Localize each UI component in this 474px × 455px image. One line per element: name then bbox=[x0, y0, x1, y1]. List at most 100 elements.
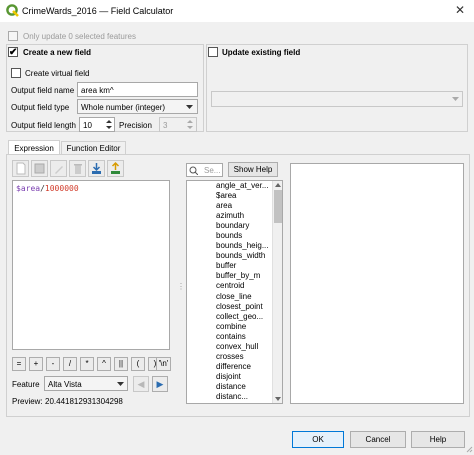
export-button[interactable] bbox=[107, 160, 124, 177]
chevron-down-icon bbox=[186, 105, 193, 109]
precision-spinbox[interactable]: 3 bbox=[159, 117, 197, 132]
update-existing-field-checkbox[interactable] bbox=[208, 47, 218, 57]
scrollbar-thumb[interactable] bbox=[274, 190, 282, 223]
splitter-handle[interactable]: ⋮ bbox=[177, 282, 185, 291]
new-file-icon bbox=[16, 162, 26, 175]
function-list-scrollbar[interactable] bbox=[272, 181, 282, 403]
create-virtual-field-checkbox[interactable] bbox=[11, 68, 21, 78]
output-field-type-select[interactable]: Whole number (integer) bbox=[77, 99, 198, 114]
help-panel bbox=[290, 163, 464, 404]
help-button[interactable]: Help bbox=[411, 431, 465, 448]
expression-editor[interactable]: $area/1000000 bbox=[12, 180, 170, 350]
delete-button[interactable] bbox=[69, 160, 86, 177]
window-title: CrimeWards_2016 — Field Calculator bbox=[22, 6, 174, 16]
function-list-item[interactable]: disjoint bbox=[214, 372, 272, 382]
close-icon[interactable]: ✕ bbox=[455, 3, 465, 17]
function-list-item[interactable]: convex_hull bbox=[214, 342, 272, 352]
spin-arrows-icon bbox=[187, 120, 193, 129]
output-field-type-label: Output field type bbox=[11, 103, 70, 112]
function-list-item[interactable]: centroid bbox=[214, 281, 272, 291]
show-help-button[interactable]: Show Help bbox=[228, 162, 278, 177]
function-list-item[interactable]: buffer bbox=[214, 261, 272, 271]
function-list-item[interactable]: difference bbox=[214, 362, 272, 372]
update-field-group bbox=[206, 44, 468, 132]
only-update-selected-label: Only update 0 selected features bbox=[23, 32, 136, 41]
function-list-items: angle_at_ver... $area area azimuth boundary b… bbox=[214, 181, 272, 402]
spin-arrows-icon bbox=[106, 120, 112, 129]
function-list-item[interactable]: close_line bbox=[214, 292, 272, 302]
function-list-item[interactable]: bounds_width bbox=[214, 251, 272, 261]
trash-icon bbox=[74, 164, 82, 174]
function-list-item[interactable]: azimuth bbox=[214, 211, 272, 221]
function-list-item[interactable]: crosses bbox=[214, 352, 272, 362]
arrow-right-icon: ▶ bbox=[156, 379, 164, 389]
function-list-item[interactable]: area bbox=[214, 201, 272, 211]
ok-button[interactable]: OK bbox=[292, 431, 344, 448]
only-update-selected-checkbox[interactable] bbox=[8, 31, 18, 41]
tab-function-editor[interactable]: Function Editor bbox=[61, 141, 126, 155]
function-list-item[interactable]: buffer_by_m bbox=[214, 271, 272, 281]
pencil-icon bbox=[55, 166, 63, 174]
function-list[interactable]: angle_at_ver... $area area azimuth boundary b… bbox=[186, 180, 283, 404]
output-field-length-label: Output field length bbox=[11, 121, 76, 130]
feature-label: Feature bbox=[12, 380, 40, 389]
existing-field-select[interactable] bbox=[211, 91, 463, 107]
search-icon bbox=[189, 166, 198, 175]
update-existing-field-label: Update existing field bbox=[222, 48, 301, 57]
operator-power-button[interactable]: ^ bbox=[97, 357, 111, 371]
preview-label: Preview: bbox=[12, 397, 43, 406]
create-new-field-checkbox[interactable]: ✔ bbox=[8, 47, 18, 58]
function-list-item[interactable]: distance bbox=[214, 382, 272, 392]
previous-feature-button[interactable]: ◀ bbox=[133, 376, 149, 392]
operator-open-paren-button[interactable]: ( bbox=[131, 357, 145, 371]
output-field-type-value: Whole number (integer) bbox=[81, 103, 166, 112]
expression-field-token: $area bbox=[16, 184, 41, 193]
next-feature-button[interactable]: ▶ bbox=[152, 376, 168, 392]
function-search-input[interactable]: Se... bbox=[186, 163, 223, 177]
import-icon bbox=[92, 163, 101, 174]
operator-divide-button[interactable]: / bbox=[63, 357, 77, 371]
output-field-length-spinbox[interactable]: 10 bbox=[79, 117, 115, 132]
search-placeholder: Se... bbox=[204, 166, 221, 175]
arrow-left-icon: ◀ bbox=[137, 379, 145, 389]
scroll-down-icon[interactable] bbox=[275, 397, 281, 401]
operator-equals-button[interactable]: = bbox=[12, 357, 26, 371]
function-list-item[interactable]: $area bbox=[214, 191, 272, 201]
create-virtual-field-label: Create virtual field bbox=[25, 69, 90, 78]
resize-grip[interactable] bbox=[466, 446, 473, 453]
function-list-item[interactable]: contains bbox=[214, 332, 272, 342]
operator-multiply-button[interactable]: * bbox=[80, 357, 94, 371]
new-file-button[interactable] bbox=[12, 160, 29, 177]
function-list-item[interactable]: closest_point bbox=[214, 302, 272, 312]
function-list-item[interactable]: bounds bbox=[214, 231, 272, 241]
operator-concat-button[interactable]: || bbox=[114, 357, 128, 371]
edit-button[interactable] bbox=[50, 160, 67, 177]
function-list-item[interactable]: distanc... bbox=[214, 392, 272, 402]
create-new-field-label: Create a new field bbox=[23, 48, 92, 57]
function-list-item[interactable]: collect_geo... bbox=[214, 312, 272, 322]
output-field-name-input[interactable]: area km^ bbox=[77, 82, 198, 97]
function-list-item[interactable]: combine bbox=[214, 322, 272, 332]
precision-value: 3 bbox=[163, 121, 168, 130]
operator-plus-button[interactable]: + bbox=[29, 357, 43, 371]
tab-expression[interactable]: Expression bbox=[8, 140, 60, 155]
operator-minus-button[interactable]: - bbox=[46, 357, 60, 371]
output-field-name-label: Output field name bbox=[11, 86, 75, 95]
function-list-item[interactable]: angle_at_ver... bbox=[214, 181, 272, 191]
operator-newline-button[interactable]: '\n' bbox=[156, 357, 171, 371]
function-list-item[interactable]: bounds_heig... bbox=[214, 241, 272, 251]
expression-text: $area/1000000 bbox=[16, 184, 79, 193]
cancel-button[interactable]: Cancel bbox=[350, 431, 406, 448]
output-field-length-value: 10 bbox=[83, 121, 92, 130]
save-file-button[interactable] bbox=[31, 160, 48, 177]
chevron-down-icon bbox=[117, 382, 124, 386]
feature-select[interactable]: Alta Vista bbox=[44, 376, 128, 391]
qgis-logo-icon bbox=[6, 4, 19, 17]
scroll-up-icon[interactable] bbox=[275, 183, 281, 187]
feature-value: Alta Vista bbox=[48, 380, 82, 389]
function-list-item[interactable]: boundary bbox=[214, 221, 272, 231]
export-icon bbox=[111, 161, 120, 174]
import-button[interactable] bbox=[88, 160, 105, 177]
resize-grip-icon bbox=[466, 446, 473, 453]
precision-label: Precision bbox=[119, 121, 152, 130]
